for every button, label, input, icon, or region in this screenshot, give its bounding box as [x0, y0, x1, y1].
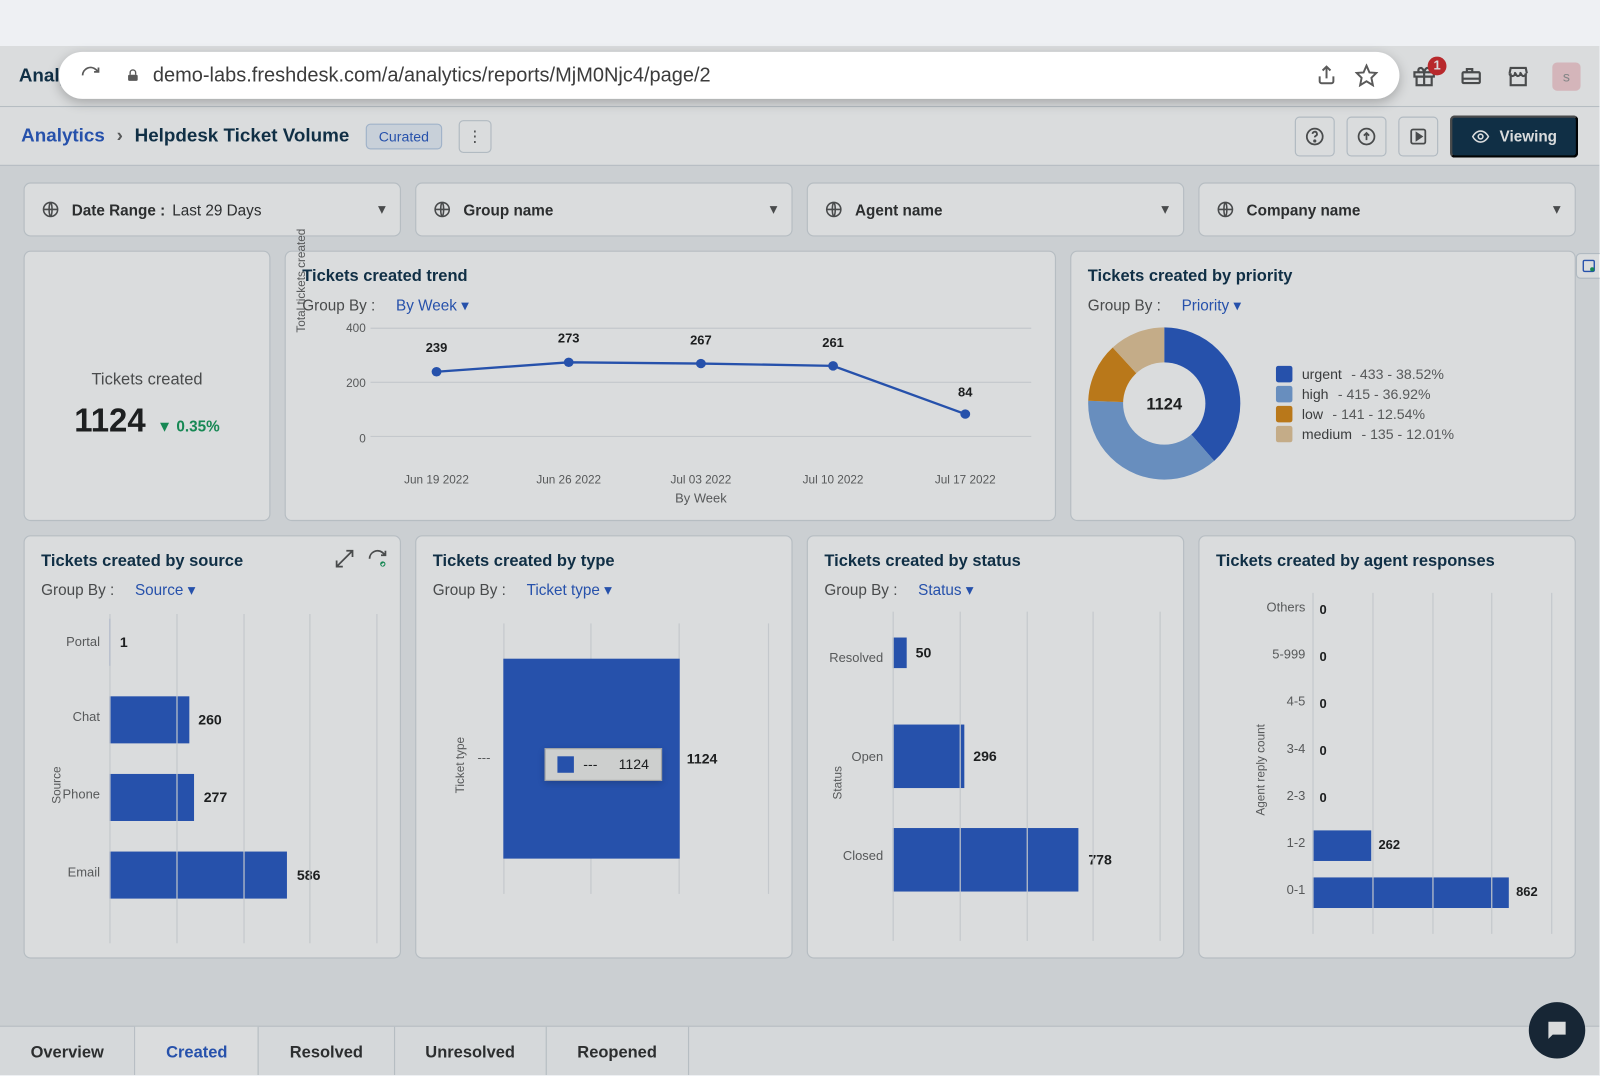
upload-icon[interactable] — [1347, 116, 1387, 156]
lock-icon — [125, 67, 141, 83]
filter-group[interactable]: Group name ▾ — [415, 182, 792, 236]
breadcrumb-root[interactable]: Analytics — [21, 125, 105, 146]
chart-tickets-by-agent-responses: Tickets created by agent responses Agent… — [1198, 535, 1575, 958]
viewing-button[interactable]: Viewing — [1450, 115, 1578, 157]
page-tabs: Overview Created Resolved Unresolved Reo… — [0, 1026, 1599, 1075]
url-text[interactable]: demo-labs.freshdesk.com/a/analytics/repo… — [153, 64, 1298, 88]
browser-url-bar[interactable]: demo-labs.freshdesk.com/a/analytics/repo… — [59, 52, 1400, 99]
globe-icon — [433, 200, 452, 219]
chevron-down-icon: ▾ — [770, 200, 778, 219]
card-title: Tickets created by priority — [1088, 266, 1558, 285]
kpi-label: Tickets created — [41, 369, 253, 388]
groupby-dropdown[interactable]: Priority ▾ — [1182, 296, 1241, 314]
tab-created[interactable]: Created — [136, 1027, 260, 1075]
globe-icon — [1216, 200, 1235, 219]
curated-tag: Curated — [366, 123, 442, 149]
notification-badge: 1 — [1428, 56, 1447, 75]
share-icon[interactable] — [1315, 64, 1339, 88]
star-icon[interactable] — [1355, 64, 1379, 88]
globe-icon — [41, 200, 60, 219]
filter-row: Date Range : Last 29 Days ▾ Group name ▾… — [0, 166, 1599, 246]
tab-resolved[interactable]: Resolved — [259, 1027, 395, 1075]
kpi-tickets-created: Tickets created 1124 ▼ 0.35% — [24, 251, 271, 521]
chart-tickets-by-source: Tickets created by source Group By : Sou… — [24, 535, 401, 958]
help-icon[interactable] — [1295, 116, 1335, 156]
priority-legend: urgent- 433 - 38.52% high- 415 - 36.92% … — [1276, 362, 1454, 445]
cash-register-icon[interactable] — [1458, 63, 1484, 89]
chevron-right-icon: › — [117, 125, 123, 146]
chart-tickets-by-status: Tickets created by status Group By : Sta… — [807, 535, 1184, 958]
chevron-down-icon: ▾ — [1161, 200, 1169, 219]
chart-tickets-by-type: Tickets created by type Group By : Ticke… — [415, 535, 792, 958]
kpi-value: 1124 — [74, 402, 145, 440]
groupby-dropdown[interactable]: Source ▾ — [135, 581, 195, 599]
gift-icon[interactable]: 1 — [1411, 63, 1437, 89]
avatar[interactable]: s — [1552, 62, 1580, 90]
refresh-icon[interactable] — [80, 65, 101, 86]
kebab-menu-button[interactable]: ⋮ — [458, 120, 491, 153]
groupby-dropdown[interactable]: Ticket type ▾ — [527, 581, 612, 599]
legend-swatch — [557, 756, 573, 772]
filter-agent[interactable]: Agent name ▾ — [807, 182, 1184, 236]
store-icon[interactable] — [1505, 63, 1531, 89]
donut-chart: 1124 — [1088, 327, 1241, 480]
chart-tooltip: --- 1124 — [544, 748, 661, 781]
filter-date-range[interactable]: Date Range : Last 29 Days ▾ — [24, 182, 401, 236]
groupby-dropdown[interactable]: Status ▾ — [918, 581, 973, 599]
card-title: Tickets created trend — [302, 266, 1038, 285]
groupby-dropdown[interactable]: By Week ▾ — [396, 296, 469, 314]
donut-total: 1124 — [1123, 362, 1205, 444]
filter-company[interactable]: Company name ▾ — [1198, 182, 1575, 236]
side-handle-icon[interactable] — [1576, 253, 1600, 279]
breadcrumb-bar: Analytics › Helpdesk Ticket Volume Curat… — [0, 107, 1599, 166]
tab-reopened[interactable]: Reopened — [547, 1027, 689, 1075]
eye-icon — [1471, 127, 1490, 146]
page-title: Helpdesk Ticket Volume — [135, 125, 350, 146]
chat-launcher-icon[interactable] — [1529, 1002, 1585, 1058]
expand-icon[interactable] — [334, 548, 355, 569]
tab-unresolved[interactable]: Unresolved — [395, 1027, 547, 1075]
chart-tickets-created-trend: Tickets created trend Group By : By Week… — [285, 251, 1056, 521]
chevron-down-icon: ▾ — [378, 200, 386, 219]
tab-overview[interactable]: Overview — [0, 1027, 136, 1075]
globe-icon — [824, 200, 843, 219]
play-square-icon[interactable] — [1398, 116, 1438, 156]
card-title: Tickets created by source — [41, 551, 383, 570]
refresh-widget-icon[interactable] — [367, 548, 388, 569]
chevron-down-icon: ▾ — [1553, 200, 1561, 219]
chart-tickets-by-priority: Tickets created by priority Group By : P… — [1070, 251, 1576, 521]
kpi-delta: ▼ 0.35% — [157, 418, 220, 436]
